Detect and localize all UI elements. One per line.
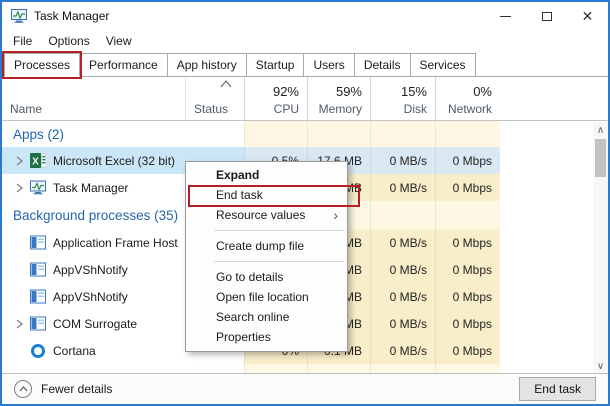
context-menu-item-open-file-location[interactable]: Open file location — [186, 287, 347, 307]
column-header-cpu[interactable]: 92% CPU — [244, 77, 307, 120]
disk-cell: 0 MB/s — [370, 174, 435, 201]
tab-users[interactable]: Users — [304, 53, 354, 77]
minimize-icon — [500, 16, 511, 17]
context-menu-item-expand[interactable]: Expand — [186, 165, 347, 185]
sort-ascending-icon — [220, 80, 232, 88]
disk-cell: 0 MB/s — [370, 337, 435, 364]
context-menu-item-end-task[interactable]: End task — [186, 185, 347, 205]
app-window-icon — [30, 262, 46, 277]
fewer-details-label: Fewer details — [41, 382, 112, 396]
task-manager-app-icon — [11, 9, 27, 23]
tab-strip: Processes Performance App history Startu… — [2, 51, 608, 77]
column-header-status[interactable]: Status — [185, 77, 244, 120]
scroll-up-icon[interactable]: ∧ — [593, 122, 608, 138]
menu-separator — [214, 261, 345, 262]
close-icon: ✕ — [582, 8, 594, 25]
menu-view[interactable]: View — [98, 32, 140, 50]
network-cell: 0 Mbps — [435, 147, 500, 174]
column-header-memory[interactable]: 59% Memory — [307, 77, 370, 120]
menu-separator — [214, 230, 345, 231]
task-manager-window: Task Manager ✕ File Options View Process… — [0, 0, 610, 406]
menubar: File Options View — [2, 30, 608, 51]
disk-total: 15% — [379, 84, 427, 99]
process-name: Application Frame Host — [53, 236, 178, 250]
process-name: COM Surrogate — [53, 317, 137, 331]
network-cell: 0 Mbps — [435, 229, 500, 256]
network-cell: 0 Mbps — [435, 174, 500, 201]
tab-performance[interactable]: Performance — [80, 53, 168, 77]
expand-chevron-icon[interactable] — [10, 156, 28, 166]
maximize-icon — [542, 12, 552, 21]
menu-file[interactable]: File — [5, 32, 40, 50]
expand-chevron-icon[interactable] — [10, 183, 28, 193]
tab-startup[interactable]: Startup — [247, 53, 305, 77]
process-name: Task Manager — [53, 181, 128, 195]
disk-cell: 0 MB/s — [370, 256, 435, 283]
process-name: AppVShNotify — [53, 263, 128, 277]
window-title: Task Manager — [34, 9, 109, 23]
fewer-details-toggle[interactable]: Fewer details — [14, 380, 112, 398]
excel-icon: X — [30, 153, 46, 168]
process-list: Apps (2) X Microsoft Excel (32 bit) — [2, 121, 608, 374]
network-cell: 0 Mbps — [435, 337, 500, 364]
column-header-network[interactable]: 0% Network — [435, 77, 500, 120]
context-menu-item-create-dump-file[interactable]: Create dump file — [186, 236, 347, 256]
network-cell: 0 Mbps — [435, 310, 500, 337]
tab-app-history[interactable]: App history — [168, 53, 247, 77]
context-menu-item-search-online[interactable]: Search online — [186, 307, 347, 327]
tab-processes[interactable]: Processes — [4, 53, 80, 77]
end-task-button[interactable]: End task — [519, 377, 596, 401]
process-name: Cortana — [53, 344, 96, 358]
app-window-icon — [30, 289, 46, 304]
tab-services[interactable]: Services — [411, 53, 476, 77]
process-name: Microsoft Excel (32 bit) — [53, 154, 175, 168]
process-name: AppVShNotify — [53, 290, 128, 304]
disk-cell: 0 MB/s — [370, 283, 435, 310]
context-menu-item-resource-values[interactable]: Resource values › — [186, 205, 347, 225]
context-menu: Expand End task Resource values › Create… — [185, 161, 348, 352]
tab-details[interactable]: Details — [355, 53, 411, 77]
submenu-arrow-icon: › — [333, 208, 338, 222]
vertical-scrollbar[interactable]: ∧ ∨ — [593, 122, 608, 374]
app-window-icon — [30, 316, 46, 331]
cpu-total: 92% — [253, 84, 299, 99]
network-cell: 0 Mbps — [435, 256, 500, 283]
menu-options[interactable]: Options — [40, 32, 97, 50]
titlebar: Task Manager ✕ — [2, 2, 608, 30]
status-bar: Fewer details End task — [2, 373, 608, 404]
collapse-circle-icon — [14, 380, 32, 398]
disk-cell: 0 MB/s — [370, 310, 435, 337]
context-menu-item-properties[interactable]: Properties — [186, 327, 347, 347]
expand-chevron-icon[interactable] — [10, 319, 28, 329]
minimize-button[interactable] — [485, 2, 526, 30]
scroll-down-icon[interactable]: ∨ — [593, 358, 608, 374]
disk-cell: 0 MB/s — [370, 147, 435, 174]
cortana-icon — [31, 344, 45, 358]
network-cell: 0 Mbps — [435, 283, 500, 310]
context-menu-item-go-to-details[interactable]: Go to details — [186, 267, 347, 287]
app-window-icon — [30, 235, 46, 250]
disk-cell: 0 MB/s — [370, 229, 435, 256]
group-header-apps[interactable]: Apps (2) — [2, 121, 608, 147]
window-controls: ✕ — [485, 2, 608, 30]
taskmanager-icon — [30, 180, 46, 195]
close-button[interactable]: ✕ — [567, 2, 608, 30]
column-headers: Name Status 92% CPU 59% Memory 15% Disk … — [2, 77, 608, 121]
column-header-disk[interactable]: 15% Disk — [370, 77, 435, 120]
column-header-name[interactable]: Name — [2, 77, 185, 120]
network-total: 0% — [444, 84, 492, 99]
maximize-button[interactable] — [526, 2, 567, 30]
svg-text:X: X — [32, 157, 39, 168]
scrollbar-thumb[interactable] — [595, 139, 606, 177]
memory-total: 59% — [316, 84, 362, 99]
